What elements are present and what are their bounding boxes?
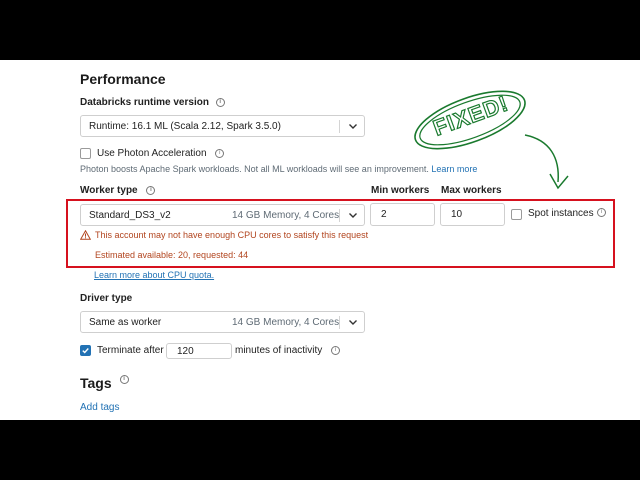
info-icon[interactable]: i — [331, 345, 341, 355]
runtime-label: Databricks runtime version i — [80, 97, 225, 108]
terminate-minutes-input[interactable]: 120 — [166, 343, 232, 359]
photon-description: Photon boosts Apache Spark workloads. No… — [80, 164, 478, 174]
photon-label: Use Photon Acceleration i — [97, 148, 225, 159]
select-divider — [339, 316, 340, 329]
driver-type-select[interactable]: Same as worker 14 GB Memory, 4 Cores — [80, 311, 365, 333]
checkmark-icon — [82, 348, 89, 354]
info-icon[interactable]: i — [215, 148, 225, 158]
cpu-quota-link[interactable]: Learn more about CPU quota. — [94, 270, 214, 280]
chevron-down-icon — [349, 320, 357, 325]
terminate-label: Terminate after — [97, 345, 164, 356]
driver-type-meta: 14 GB Memory, 4 Cores — [232, 317, 340, 328]
terminate-checkbox[interactable] — [80, 345, 91, 356]
runtime-select[interactable]: Runtime: 16.1 ML (Scala 2.12, Spark 3.5.… — [80, 115, 365, 137]
info-icon[interactable]: i — [119, 375, 129, 384]
select-divider — [339, 120, 340, 133]
driver-type-value: Same as worker — [89, 317, 162, 328]
photon-learn-more-link[interactable]: Learn more — [431, 164, 477, 174]
max-workers-label: Max workers — [441, 185, 502, 196]
info-icon[interactable]: i — [146, 185, 156, 195]
terminate-minutes-value: 120 — [177, 346, 194, 357]
fixed-stamp: FIXED! — [405, 85, 535, 155]
runtime-value: Runtime: 16.1 ML (Scala 2.12, Spark 3.5.… — [89, 121, 281, 132]
performance-heading: Performance — [80, 71, 166, 87]
tags-heading: Tags i — [80, 375, 129, 391]
worker-type-label: Worker type i — [80, 185, 156, 196]
highlight-box — [66, 199, 615, 268]
arrow-icon — [524, 134, 569, 190]
min-workers-label: Min workers — [371, 185, 430, 196]
add-tags-link[interactable]: Add tags — [80, 402, 119, 413]
terminate-suffix: minutes of inactivity i — [235, 345, 341, 356]
chevron-down-icon — [349, 124, 357, 129]
compute-config-panel: Performance Databricks runtime version i… — [0, 60, 640, 420]
driver-type-label: Driver type — [80, 293, 133, 304]
photon-checkbox[interactable] — [80, 148, 91, 159]
info-icon[interactable]: i — [215, 97, 225, 107]
